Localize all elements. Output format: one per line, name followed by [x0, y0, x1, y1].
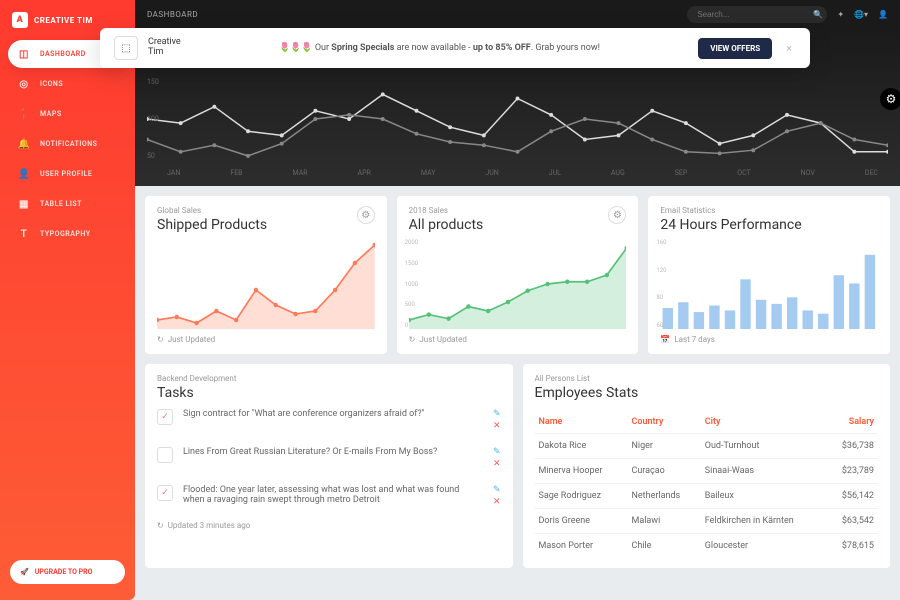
employees-table: NameCountryCitySalary Dakota RiceNigerOu…	[535, 411, 879, 558]
brand-logo: A	[12, 12, 28, 28]
col-name: Name	[535, 411, 628, 434]
banner-logo: ⬚	[135, 36, 138, 60]
promo-banner: ⬚ Creative Tim 🌷🌷🌷 Our Spring Specials a…	[135, 28, 810, 68]
card-sub: Email Statistics	[660, 206, 801, 215]
sidebar-item-maps[interactable]: 📍 MAPS	[8, 100, 127, 128]
task-text: Flooded: One year later, assessing what …	[183, 485, 483, 505]
task-checkbox[interactable]: ✓	[157, 409, 173, 425]
hero-y-ticks: 15010050	[147, 78, 159, 160]
nav-label: ICONS	[40, 80, 63, 88]
card-sub: Global Sales	[157, 206, 267, 215]
table-row: Minerva HooperCuraçaoSinaai-Waas$23,789	[535, 459, 879, 484]
rocket-icon: 🚀	[20, 568, 29, 576]
hero-x-ticks: JANFEBMARAPRMAYJUNJULAUGSEPOCTNOVDEC	[147, 163, 888, 177]
employees-sub: All Persons List	[535, 374, 879, 383]
sidebar-item-icons[interactable]: ◎ ICONS	[8, 70, 127, 98]
edit-icon[interactable]: ✎	[493, 409, 501, 419]
task-row: ✓ Flooded: One year later, assessing wha…	[157, 477, 501, 515]
nav-icon: 🔔	[18, 138, 30, 150]
delete-icon[interactable]: ✕	[493, 421, 501, 431]
nav-label: NOTIFICATIONS	[40, 140, 97, 148]
col-city: City	[701, 411, 826, 434]
sidebar-item-notifications[interactable]: 🔔 NOTIFICATIONS	[8, 130, 127, 158]
card-foot: ↻Just Updated	[409, 335, 627, 344]
edit-icon[interactable]: ✎	[493, 447, 501, 457]
card-foot: 📅Last 7 days	[660, 335, 878, 344]
main: DASHBOARD 🔍 ✦ 🌐▾ 👤 ⬚ Creative Tim 🌷🌷🌷 Ou…	[135, 0, 900, 600]
table-row: Dakota RiceNigerOud-Turnhout$36,738	[535, 434, 879, 459]
task-text: Sign contract for "What are conference o…	[183, 409, 483, 419]
nav-icon: ◎	[18, 78, 30, 90]
task-row: Lines From Great Russian Literature? Or …	[157, 439, 501, 477]
card-foot: ↻Just Updated	[157, 335, 375, 344]
sidebar-item-user-profile[interactable]: 👤 USER PROFILE	[8, 160, 127, 188]
nav-label: TYPOGRAPHY	[40, 230, 91, 238]
task-row: ✓ Sign contract for "What are conference…	[157, 401, 501, 439]
table-row: Mason PorterChileGloucester$78,615	[535, 534, 879, 559]
banner-text: 🌷🌷🌷 Our Spring Specials are now availabl…	[191, 43, 689, 53]
search-input[interactable]	[697, 10, 807, 19]
nav-icon: ▦	[18, 198, 30, 210]
brand-name: CREATIVE TIM	[34, 16, 93, 25]
tasks-foot: ↻Updated 3 minutes ago	[157, 521, 501, 530]
analytics-icon[interactable]: ✦	[837, 10, 844, 19]
task-text: Lines From Great Russian Literature? Or …	[183, 447, 483, 457]
upgrade-label: UPGRADE TO PRO	[35, 568, 93, 576]
nav-label: DASHBOARD	[40, 50, 86, 58]
sidebar-nav: ◫ DASHBOARD ◎ ICONS 📍 MAPS 🔔 NOTIFICATIONS 👤 USER…	[0, 40, 135, 248]
refresh-icon: ↻	[409, 335, 416, 344]
card-gear-icon[interactable]: ⚙	[357, 206, 375, 224]
perf-card: Email Statistics 24 Hours Performance 16…	[648, 196, 890, 354]
nav-icon: ◫	[18, 48, 30, 60]
card-title: All products	[409, 217, 484, 233]
employees-card: All Persons List Employees Stats NameCou…	[523, 364, 891, 568]
card-title: Shipped Products	[157, 217, 267, 233]
card-gear-icon[interactable]: ⚙	[608, 206, 626, 224]
card-sub: 2018 Sales	[409, 206, 484, 215]
refresh-icon: ↻	[157, 335, 164, 344]
globe-icon[interactable]: 🌐▾	[854, 10, 868, 19]
nav-icon: T	[18, 228, 30, 240]
tasks-title: Tasks	[157, 385, 501, 401]
search-icon[interactable]: 🔍	[813, 10, 823, 19]
search-box[interactable]: 🔍	[687, 6, 827, 23]
edit-icon[interactable]: ✎	[493, 485, 501, 495]
task-checkbox[interactable]	[157, 447, 173, 463]
shipped-card: Global Sales Shipped Products ⚙ ↻Just Up…	[145, 196, 387, 354]
tasks-sub: Backend Development	[157, 374, 501, 383]
allprod-card: 2018 Sales All products ⚙ 20001500100050…	[397, 196, 639, 354]
breadcrumb: DASHBOARD	[147, 10, 198, 19]
card-title: 24 Hours Performance	[660, 217, 801, 233]
sidebar: A CREATIVE TIM ◫ DASHBOARD ◎ ICONS 📍 MAPS 🔔 NOT…	[0, 0, 135, 600]
delete-icon[interactable]: ✕	[493, 459, 501, 469]
sidebar-item-typography[interactable]: T TYPOGRAPHY	[8, 220, 127, 248]
nav-label: USER PROFILE	[40, 170, 92, 178]
view-offers-button[interactable]: VIEW OFFERS	[698, 38, 772, 59]
tasks-card: Backend Development Tasks ✓ Sign contrac…	[145, 364, 513, 568]
nav-label: TABLE LIST	[40, 200, 82, 208]
table-row: Doris GreeneMalawiFeldkirchen in Kärnten…	[535, 509, 879, 534]
nav-label: MAPS	[40, 110, 62, 118]
col-country: Country	[627, 411, 700, 434]
banner-brand: Creative Tim	[148, 38, 181, 58]
user-icon[interactable]: 👤	[878, 10, 888, 19]
employees-title: Employees Stats	[535, 385, 879, 401]
topbar: DASHBOARD 🔍 ✦ 🌐▾ 👤	[135, 0, 900, 28]
close-icon[interactable]: ×	[782, 42, 796, 55]
calendar-icon: 📅	[660, 335, 670, 344]
col-salary: Salary	[826, 411, 878, 434]
stat-cards-row: Global Sales Shipped Products ⚙ ↻Just Up…	[145, 196, 890, 354]
nav-icon: 📍	[18, 108, 30, 120]
table-row: Sage RodriguezNetherlandsBaileux$56,142	[535, 484, 879, 509]
nav-icon: 👤	[18, 168, 30, 180]
refresh-icon: ↻	[157, 521, 164, 530]
hero-line-chart	[147, 78, 888, 160]
sidebar-item-table-list[interactable]: ▦ TABLE LIST	[8, 190, 127, 218]
task-checkbox[interactable]: ✓	[157, 485, 173, 501]
delete-icon[interactable]: ✕	[493, 497, 501, 507]
upgrade-button[interactable]: 🚀 UPGRADE TO PRO	[10, 560, 125, 584]
